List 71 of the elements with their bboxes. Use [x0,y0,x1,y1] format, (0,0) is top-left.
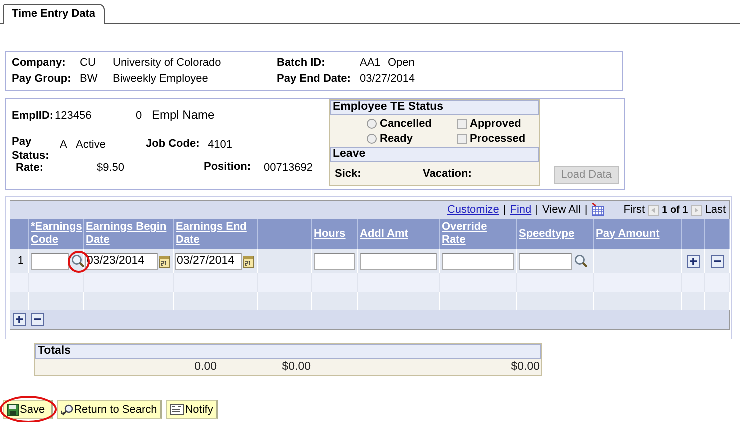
add-row-icon[interactable] [686,254,700,268]
emplid-label: EmplID: [12,110,55,122]
add-row-icon[interactable] [13,313,26,326]
notify-button[interactable]: Notify [166,400,218,419]
magnifier-arrow-icon [61,404,74,416]
checkbox-label: Approved [470,118,522,130]
last-label: Last [705,204,726,216]
checkbox-label: Processed [470,133,526,145]
separator: | [536,204,539,216]
company-label: Company: [12,57,67,69]
search-button[interactable]: Return to Search [57,400,162,419]
text-field[interactable] [360,252,437,270]
total-value: $0.00 [281,361,311,373]
search-icon[interactable] [574,254,588,268]
pay-group-code: BW [80,73,99,85]
record-number: 0 [136,110,144,122]
delete-row-icon[interactable] [710,254,724,268]
tab[interactable]: Time Entry Data [3,4,105,24]
radio-label: Cancelled [380,118,432,130]
note-icon [170,403,184,416]
text-field[interactable] [314,252,355,270]
batch-id-value: AA1 [360,57,382,69]
customize-link[interactable]: Customize [447,204,500,216]
rate-value: $9.50 [97,162,126,174]
emplid-value: 123456 [55,110,93,122]
total-value: $0.00 [510,361,540,373]
batch-id-label: Batch ID: [277,57,326,69]
save-button[interactable]: Save [3,400,54,419]
page-count: 1 of 1 [662,204,688,216]
calendar-icon[interactable] [159,254,170,268]
rate-label: Rate: [16,162,45,174]
find-link[interactable]: Find [510,204,532,216]
text-field[interactable] [519,252,572,270]
total-value: 0.00 [194,361,217,373]
job-code-value: 4101 [208,139,234,151]
radio-label: Ready [380,133,414,145]
delete-row-icon[interactable] [31,313,44,326]
pay-group-name: Biweekly Employee [113,73,210,85]
radio-button[interactable] [367,119,377,129]
search-icon[interactable] [71,254,85,268]
spreadsheet-icon[interactable] [592,203,605,217]
section-header: Leave [330,147,539,162]
calendar-icon[interactable] [243,254,254,268]
view-all-link[interactable]: View All [542,204,581,216]
radio-button[interactable] [367,134,377,144]
text-field[interactable] [31,252,69,270]
separator: | [503,204,506,216]
employee-name: Empl Name [152,108,215,122]
pay-group-label: Pay Group: [12,73,72,85]
checkbox[interactable] [457,119,467,129]
company-code: CU [80,57,97,69]
position-value: 00713692 [264,162,313,174]
section-header: Employee TE Status [330,100,539,115]
first-label: First [624,204,646,216]
text-field[interactable] [442,252,514,270]
pay-status-code: A [60,139,68,151]
vacation-label: Vacation: [423,168,472,180]
separator: | [584,204,588,216]
pay-end-date-label: Pay End Date: [277,73,352,85]
checkbox[interactable] [457,134,467,144]
row-number: 1 [10,249,28,273]
pay-status-label: Pay Status: [12,135,50,163]
pay-end-date-value: 03/27/2014 [360,73,416,85]
batch-status: Open [388,57,416,69]
sick-label: Sick: [335,168,362,180]
company-name: University of Colorado [113,57,222,69]
date-field[interactable]: 03/27/2014 [175,252,242,270]
job-code-label: Job Code: [146,138,201,150]
position-label: Position: [204,161,252,173]
section-header: Totals [35,344,541,359]
pay-status: Active [76,139,107,151]
